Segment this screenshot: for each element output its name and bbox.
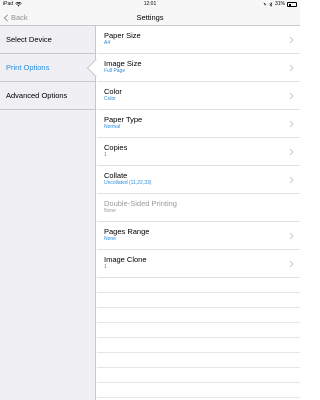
nav-bar: Back Settings (0, 9, 300, 26)
empty-row (97, 368, 300, 383)
chevron-right-icon (289, 232, 294, 240)
page-title: Settings (136, 13, 164, 22)
sidebar-item-advanced-options[interactable]: Advanced Options (0, 82, 95, 110)
option-paper-size[interactable]: Paper Size A4 (97, 26, 300, 54)
option-title: Double-Sided Printing (104, 199, 177, 208)
chevron-right-icon (289, 36, 294, 44)
status-right: 31% (263, 0, 297, 9)
option-title: Image Size (104, 59, 142, 68)
sidebar-item-select-device[interactable]: Select Device (0, 26, 95, 54)
sidebar-item-label: Print Options (6, 63, 50, 72)
option-value: 1 (104, 264, 107, 270)
option-paper-type[interactable]: Paper Type Normal (97, 110, 300, 138)
option-image-clone[interactable]: Image Clone 1 (97, 250, 300, 278)
option-value: Color (104, 96, 116, 102)
empty-row (97, 323, 300, 338)
sidebar: Select Device Print Options Advanced Opt… (0, 26, 96, 400)
option-title: Collate (104, 171, 128, 180)
option-pages-range[interactable]: Pages Range None (97, 222, 300, 250)
option-value: Uncollated (11,22,33) (104, 180, 152, 186)
empty-row (97, 278, 300, 293)
option-value: None (104, 236, 116, 242)
chevron-right-icon (289, 148, 294, 156)
chevron-right-icon (289, 64, 294, 72)
sidebar-item-label: Advanced Options (6, 91, 68, 100)
chevron-right-icon (289, 120, 294, 128)
option-value: 1 (104, 152, 107, 158)
option-value: Normal (104, 124, 121, 130)
empty-row (97, 353, 300, 368)
option-value: A4 (104, 40, 111, 46)
empty-row (97, 383, 300, 398)
sidebar-item-print-options[interactable]: Print Options (0, 54, 95, 82)
arrow-icon (263, 2, 267, 7)
option-color[interactable]: Color Color (97, 82, 300, 110)
battery-icon (287, 2, 297, 7)
option-image-size[interactable]: Image Size Full Page (97, 54, 300, 82)
chevron-right-icon (289, 260, 294, 268)
bluetooth-icon (269, 2, 273, 7)
empty-row (97, 338, 300, 353)
option-copies[interactable]: Copies 1 (97, 138, 300, 166)
print-options-list: Paper Size A4 Image Size Full Page Color… (97, 26, 300, 400)
option-title: Paper Size (104, 31, 141, 40)
option-title: Copies (104, 143, 128, 152)
option-collate[interactable]: Collate Uncollated (11,22,33) (97, 166, 300, 194)
battery-percent: 31% (274, 1, 285, 7)
option-value: None (104, 208, 116, 214)
empty-row (97, 293, 300, 308)
chevron-right-icon (289, 176, 294, 184)
option-title: Pages Range (104, 227, 150, 236)
status-bar: iPad 12:01 31% (0, 0, 300, 9)
empty-row (97, 308, 300, 323)
chevron-right-icon (289, 92, 294, 100)
option-title: Color (104, 87, 122, 96)
sidebar-item-label: Select Device (6, 35, 52, 44)
option-double-sided-printing: Double-Sided Printing None (97, 194, 300, 222)
option-title: Paper Type (104, 115, 143, 124)
option-value: Full Page (104, 68, 126, 74)
option-title: Image Clone (104, 255, 147, 264)
status-time: 12:01 (143, 1, 157, 7)
